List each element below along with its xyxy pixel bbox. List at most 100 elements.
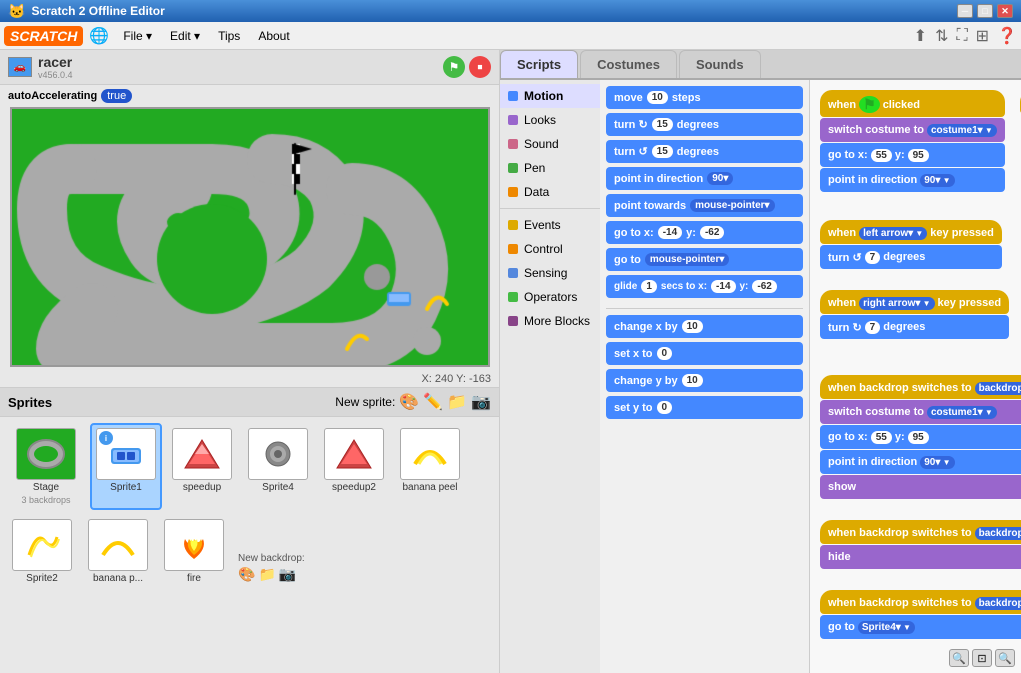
change-y-input[interactable]: 10 <box>682 374 703 387</box>
point-towards-input[interactable]: mouse-pointer▾ <box>690 199 774 212</box>
zoom-in-button[interactable]: 🔍 <box>995 649 1015 667</box>
when-leftarrow-hat[interactable]: when left arrow▾ key pressed <box>820 220 1002 244</box>
sprite-item-sprite2[interactable]: Sprite2 <box>6 514 78 589</box>
turn-cw-input[interactable]: 15 <box>652 118 673 131</box>
backdrop-dropdown1[interactable]: backdrop1▾ <box>975 382 1021 395</box>
backdrop-dropdown3[interactable]: backdrop3▾ <box>975 597 1021 610</box>
goto-sprite4-block[interactable]: go to Sprite4▾ <box>820 615 1021 639</box>
cat-motion[interactable]: Motion <box>500 84 600 108</box>
turn-cw-val1[interactable]: 7 <box>865 321 881 334</box>
tab-scripts[interactable]: Scripts <box>500 50 578 78</box>
sprite-item-sprite4[interactable]: Sprite4 <box>242 423 314 510</box>
goto-y1[interactable]: 95 <box>908 149 929 162</box>
fullscreen-icon[interactable]: ⛶ <box>956 27 967 45</box>
arrows-icon[interactable]: ⇅ <box>935 26 948 46</box>
glide-secs-input[interactable]: 1 <box>641 280 657 293</box>
change-y-block[interactable]: change y by 10 <box>606 369 803 392</box>
costume-dropdown1[interactable]: costume1▾ <box>927 124 997 137</box>
tab-costumes[interactable]: Costumes <box>580 50 677 78</box>
about-menu[interactable]: About <box>250 26 297 46</box>
change-x-block[interactable]: change x by 10 <box>606 315 803 338</box>
backdrop-camera-icon[interactable]: 📷 <box>279 566 296 583</box>
edit-menu[interactable]: Edit ▾ <box>162 26 208 46</box>
goto-xy-block2[interactable]: go to x: 55 y: 95 <box>820 425 1021 449</box>
turn-ccw-input[interactable]: 15 <box>652 145 673 158</box>
goto-block[interactable]: go to mouse-pointer▾ <box>606 248 803 271</box>
cat-more[interactable]: More Blocks <box>500 309 600 333</box>
key-dropdown-left[interactable]: left arrow▾ <box>859 227 927 240</box>
upload-icon[interactable]: ⬆ <box>914 26 927 46</box>
globe-icon[interactable]: 🌐 <box>89 26 109 46</box>
goto-y2[interactable]: 95 <box>908 431 929 444</box>
key-dropdown-right[interactable]: right arrow▾ <box>859 297 934 310</box>
move-block[interactable]: move 10 steps <box>606 86 803 109</box>
backdrop-paint-icon[interactable]: 🎨 <box>238 566 255 583</box>
cat-control[interactable]: Control <box>500 237 600 261</box>
point-dir-block[interactable]: point in direction 90▾ <box>606 167 803 190</box>
dir-dropdown2[interactable]: 90▾ <box>920 456 954 469</box>
point-dir-input[interactable]: 90▾ <box>707 172 733 185</box>
turn-ccw-block[interactable]: turn ↺ 15 degrees <box>606 140 803 163</box>
change-x-input[interactable]: 10 <box>682 320 703 333</box>
green-flag-button[interactable]: ⚑ <box>443 56 465 78</box>
sprite-item-bananapeel[interactable]: banana peel <box>394 423 466 510</box>
goto-x1[interactable]: 55 <box>871 149 892 162</box>
point-towards-block[interactable]: point towards mouse-pointer▾ <box>606 194 803 217</box>
resize-icon[interactable]: ⊞ <box>976 26 989 46</box>
turn-cw-block1[interactable]: turn ↻ 7 degrees <box>820 315 1009 339</box>
camera-sprite-icon[interactable]: 📷 <box>471 392 491 412</box>
hide-block[interactable]: hide <box>820 545 1021 569</box>
sprite-item-speedup[interactable]: speedup <box>166 423 238 510</box>
close-button[interactable]: ✕ <box>997 4 1013 18</box>
edit-sprite-icon[interactable]: ✏️ <box>423 392 443 412</box>
zoom-out-button[interactable]: 🔍 <box>949 649 969 667</box>
when-rightarrow-hat[interactable]: when right arrow▾ key pressed <box>820 290 1009 314</box>
set-y-block[interactable]: set y to 0 <box>606 396 803 419</box>
costume-dropdown2[interactable]: costume1▾ <box>927 406 997 419</box>
when-backdrop1-hat[interactable]: when backdrop switches to backdrop1▾ <box>820 375 1021 399</box>
set-y-input[interactable]: 0 <box>657 401 673 414</box>
goto-x2[interactable]: 55 <box>871 431 892 444</box>
scripts-area[interactable]: when ⚑ clicked switch costume to costume… <box>810 80 1021 673</box>
cat-data[interactable]: Data <box>500 180 600 204</box>
switch-costume-block2[interactable]: switch costume to costume1▾ <box>820 400 1021 424</box>
cat-events[interactable]: Events <box>500 213 600 237</box>
cat-sound[interactable]: Sound <box>500 132 600 156</box>
point-dir-block1[interactable]: point in direction 90▾ <box>820 168 1005 192</box>
when-clicked-hat[interactable]: when ⚑ clicked <box>820 90 1005 117</box>
sprite-item-speedup2[interactable]: speedup2 <box>318 423 390 510</box>
switch-costume-block1[interactable]: switch costume to costume1▾ <box>820 118 1005 142</box>
point-dir-block2[interactable]: point in direction 90▾ <box>820 450 1021 474</box>
goto-y-input[interactable]: -62 <box>700 226 724 239</box>
minimize-button[interactable]: ─ <box>957 4 973 18</box>
glide-block[interactable]: glide 1 secs to x:-14 y:-62 <box>606 275 803 298</box>
cat-operators[interactable]: Operators <box>500 285 600 309</box>
set-x-block[interactable]: set x to 0 <box>606 342 803 365</box>
glide-x-input[interactable]: -14 <box>711 280 735 293</box>
cat-sensing[interactable]: Sensing <box>500 261 600 285</box>
goto-target-input[interactable]: mouse-pointer▾ <box>645 253 729 266</box>
turn-ccw-block1[interactable]: turn ↺ 7 degrees <box>820 245 1002 269</box>
help-icon[interactable]: ❓ <box>997 26 1017 46</box>
file-menu[interactable]: File ▾ <box>115 26 160 46</box>
upload-sprite-icon[interactable]: 📁 <box>447 392 467 412</box>
turn-cw-block[interactable]: turn ↻ 15 degrees <box>606 113 803 136</box>
dir-dropdown1[interactable]: 90▾ <box>920 174 954 187</box>
move-steps-input[interactable]: 10 <box>647 91 668 104</box>
paint-icon[interactable]: 🎨 <box>399 392 419 412</box>
tips-menu[interactable]: Tips <box>210 26 248 46</box>
sprite-item-bananap[interactable]: banana p... <box>82 514 154 589</box>
stage-item[interactable]: Stage 3 backdrops <box>6 423 86 510</box>
tab-sounds[interactable]: Sounds <box>679 50 761 78</box>
zoom-reset-button[interactable]: ⊡ <box>972 649 992 667</box>
set-x-input[interactable]: 0 <box>657 347 673 360</box>
sprite-item-sprite1[interactable]: i Sprite1 <box>90 423 162 510</box>
turn-ccw-val1[interactable]: 7 <box>865 251 881 264</box>
sprite-item-fire[interactable]: fire <box>158 514 230 589</box>
cat-pen[interactable]: Pen <box>500 156 600 180</box>
when-backdrop2-hat[interactable]: when backdrop switches to backdrop2▾ <box>820 520 1021 544</box>
goto-x-input[interactable]: -14 <box>658 226 682 239</box>
backdrop-upload-icon[interactable]: 📁 <box>258 566 275 583</box>
maximize-button[interactable]: □ <box>977 4 993 18</box>
backdrop-dropdown2[interactable]: backdrop2▾ <box>975 527 1021 540</box>
